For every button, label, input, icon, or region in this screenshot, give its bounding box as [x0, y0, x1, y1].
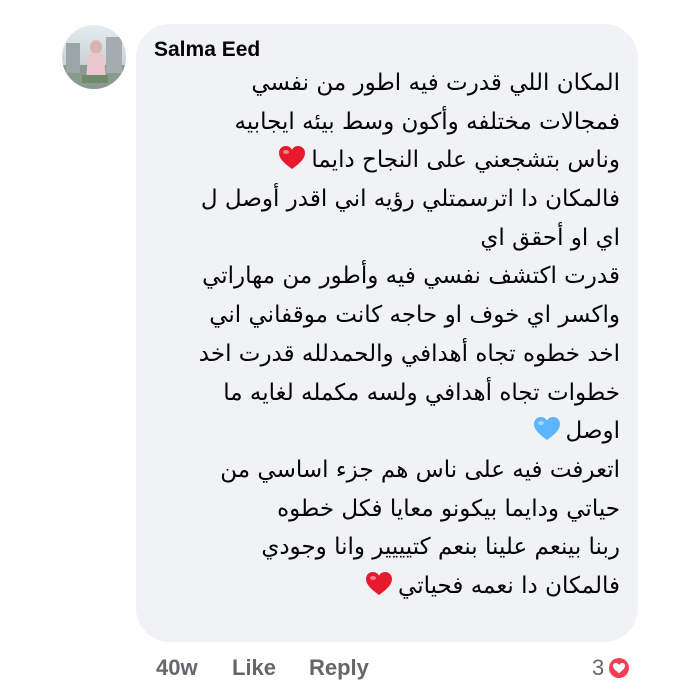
comment-line-text: حياتي ودايما بيكونو معايا فكل خطوه [277, 495, 620, 522]
comment-line: واكسر اي خوف او حاجه كانت موقفاني اني [150, 296, 620, 335]
avatar[interactable] [62, 25, 126, 89]
comment-line-text: واكسر اي خوف او حاجه كانت موقفاني اني [209, 302, 620, 329]
comment-line: وناس بتشجعني على النجاح دايما [150, 141, 620, 180]
comment-line-text: فالمكان دا نعمه فحياتي [398, 572, 620, 599]
comment-author-name[interactable]: Salma Eed [154, 36, 260, 64]
comment-line: فالمكان دا اترسمتلي رؤيه اني اقدر أوصل ل [150, 180, 620, 219]
comment-line-text: قدرت اكتشف نفسي فيه وأطور من مهاراتي [202, 263, 620, 290]
like-button[interactable]: Like [232, 655, 276, 681]
comment-line-text: ربنا بينعم علينا بنعم كتيييير وانا وجودي [261, 534, 620, 561]
comment-line-text: اخد خطوه تجاه أهدافي والحمدلله قدرت اخد [198, 340, 620, 367]
comment-line: اخد خطوه تجاه أهدافي والحمدلله قدرت اخد [150, 335, 620, 374]
comment-line: اتعرفت فيه على ناس هم جزء اساسي من [150, 451, 620, 490]
comment-line: اوصل [150, 412, 620, 451]
comment-line: فالمكان دا نعمه فحياتي [150, 567, 620, 606]
comment-line-text: فالمكان دا اترسمتلي رؤيه اني اقدر أوصل ل [200, 186, 620, 213]
avatar-image [62, 25, 126, 89]
comment-line: المكان اللي قدرت فيه اطور من نفسي [150, 64, 620, 103]
comment-line-text: اي او أحقق اي [480, 224, 620, 251]
reply-button[interactable]: Reply [309, 655, 369, 681]
comment-line-text: اتعرفت فيه على ناس هم جزء اساسي من [220, 456, 620, 483]
comment-line: اي او أحقق اي [150, 219, 620, 258]
reaction-summary[interactable]: 3 [592, 653, 631, 683]
blue-heart-icon [532, 414, 562, 444]
comment-line: خطوات تجاه أهدافي ولسه مكمله لغايه ما [150, 374, 620, 413]
comment-line-text: فمجالات مختلفه وأكون وسط بيئه ايجابيه [234, 108, 620, 135]
comment-line: حياتي ودايما بيكونو معايا فكل خطوه [150, 490, 620, 529]
love-reaction-icon [607, 656, 631, 680]
comment-line: قدرت اكتشف نفسي فيه وأطور من مهاراتي [150, 257, 620, 296]
comment-line-text: وناس بتشجعني على النجاح دايما [311, 147, 620, 174]
red-heart-icon [277, 143, 307, 173]
comment-line: ربنا بينعم علينا بنعم كتيييير وانا وجودي [150, 528, 620, 567]
comment-line-text: خطوات تجاه أهدافي ولسه مكمله لغايه ما [223, 379, 620, 406]
comment-line: فمجالات مختلفه وأكون وسط بيئه ايجابيه [150, 103, 620, 142]
reaction-count: 3 [592, 655, 605, 680]
comment-line-text: المكان اللي قدرت فيه اطور من نفسي [251, 70, 620, 96]
comment-timestamp[interactable]: 40w [156, 655, 198, 681]
comment-text: المكان اللي قدرت فيه اطور من نفسي فمجالات… [150, 64, 620, 606]
comment-line-text: اوصل [565, 418, 620, 445]
red-heart-icon [364, 569, 394, 599]
